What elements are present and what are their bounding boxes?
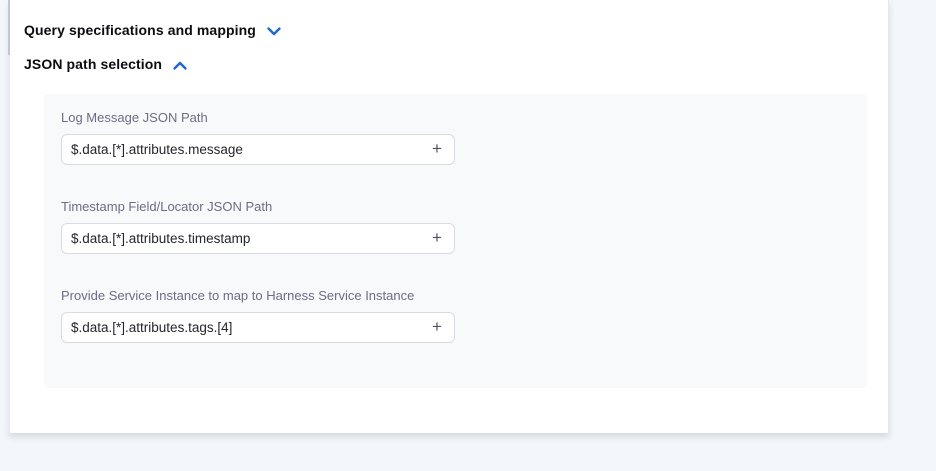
scrollbar-track[interactable] [8,0,10,433]
section-query-specifications[interactable]: Query specifications and mapping [24,22,281,38]
json-path-panel: Log Message JSON Path + Timestamp Field/… [44,94,867,388]
section-title: JSON path selection [24,56,162,72]
log-message-json-path-input-wrap: + [61,134,455,165]
field-log-message-json-path: Log Message JSON Path + [61,110,867,165]
add-expression-button[interactable]: + [420,135,454,164]
chevron-up-icon [173,61,187,70]
field-service-instance-json-path: Provide Service Instance to map to Harne… [61,288,867,343]
page-background: Query specifications and mapping JSON pa… [0,0,936,471]
field-label: Provide Service Instance to map to Harne… [61,288,867,303]
field-timestamp-json-path: Timestamp Field/Locator JSON Path + [61,199,867,254]
log-message-json-path-input[interactable] [62,135,420,164]
add-expression-button[interactable]: + [420,313,454,342]
section-title: Query specifications and mapping [24,22,256,38]
service-instance-json-path-input[interactable] [62,313,420,342]
service-instance-json-path-input-wrap: + [61,312,455,343]
field-label: Log Message JSON Path [61,110,867,125]
settings-card: Query specifications and mapping JSON pa… [9,0,889,433]
add-expression-button[interactable]: + [420,224,454,253]
scrollbar-thumb[interactable] [8,0,10,55]
timestamp-json-path-input-wrap: + [61,223,455,254]
section-json-path-selection[interactable]: JSON path selection [24,56,187,72]
timestamp-json-path-input[interactable] [62,224,420,253]
chevron-down-icon [267,27,281,36]
field-label: Timestamp Field/Locator JSON Path [61,199,867,214]
